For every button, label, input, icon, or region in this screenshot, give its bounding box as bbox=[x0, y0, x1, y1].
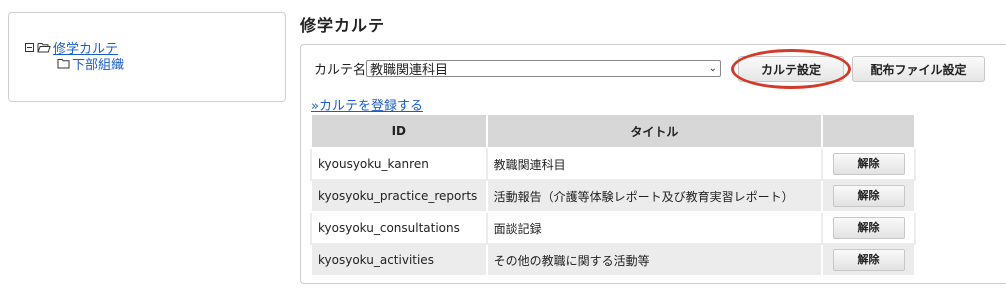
table-row: kyosyoku_activities その他の教職に関する活動等 解除 bbox=[310, 243, 916, 277]
register-karte-link[interactable]: »カルテを登録する bbox=[311, 95, 423, 114]
tree-panel: 修学カルテ 下部組織 bbox=[8, 12, 286, 102]
collapse-icon[interactable] bbox=[25, 42, 37, 52]
table-header-row: ID タイトル bbox=[310, 113, 916, 149]
table-row: kyousyoku_kanren 教職関連科目 解除 bbox=[310, 147, 916, 181]
cell-action: 解除 bbox=[821, 243, 916, 277]
cell-action: 解除 bbox=[821, 211, 916, 245]
cell-id: kyosyoku_consultations bbox=[310, 211, 488, 245]
cell-action: 解除 bbox=[821, 179, 916, 213]
cell-title: 教職関連科目 bbox=[485, 147, 824, 181]
cell-id: kyosyoku_practice_reports bbox=[310, 179, 488, 213]
column-header-action bbox=[821, 113, 916, 149]
cell-title: 面談記録 bbox=[485, 211, 824, 245]
table-row: kyosyoku_practice_reports 活動報告（介護等体験レポート… bbox=[310, 179, 916, 213]
remove-button[interactable]: 解除 bbox=[832, 185, 905, 207]
karte-select-row: カルテ名 教職関連科目 ⌄ bbox=[314, 59, 722, 78]
highlight-circle bbox=[731, 49, 851, 89]
remove-button[interactable]: 解除 bbox=[832, 153, 905, 175]
table-row: kyosyoku_consultations 面談記録 解除 bbox=[310, 211, 916, 245]
chevron-down-icon: ⌄ bbox=[708, 63, 718, 74]
karte-select-label: カルテ名 bbox=[314, 63, 367, 78]
main-panel: カルテ名 教職関連科目 ⌄ カルテ設定 配布ファイル設定 »カルテを登録する I… bbox=[300, 44, 1006, 284]
remove-button[interactable]: 解除 bbox=[832, 217, 905, 239]
remove-button[interactable]: 解除 bbox=[832, 249, 905, 271]
column-header-id: ID bbox=[310, 113, 488, 149]
karte-select-value: 教職関連科目 bbox=[370, 63, 449, 78]
folder-icon bbox=[57, 58, 70, 69]
cell-title: 活動報告（介護等体験レポート及び教育実習レポート） bbox=[485, 179, 824, 213]
tree-child-label[interactable]: 下部組織 bbox=[72, 54, 124, 73]
cell-title: その他の教職に関する活動等 bbox=[485, 243, 824, 277]
distribution-file-settings-button[interactable]: 配布ファイル設定 bbox=[852, 56, 985, 82]
karte-table: ID タイトル kyousyoku_kanren 教職関連科目 解除 kyosy… bbox=[310, 113, 916, 277]
column-header-title: タイトル bbox=[485, 113, 824, 149]
cell-action: 解除 bbox=[821, 147, 916, 181]
cell-id: kyousyoku_kanren bbox=[310, 147, 488, 181]
folder-open-icon bbox=[37, 42, 51, 53]
page-title: 修学カルテ bbox=[300, 16, 386, 35]
tree-node-child: 下部組織 bbox=[57, 54, 124, 73]
cell-id: kyosyoku_activities bbox=[310, 243, 488, 277]
karte-select[interactable]: 教職関連科目 ⌄ bbox=[366, 60, 722, 78]
